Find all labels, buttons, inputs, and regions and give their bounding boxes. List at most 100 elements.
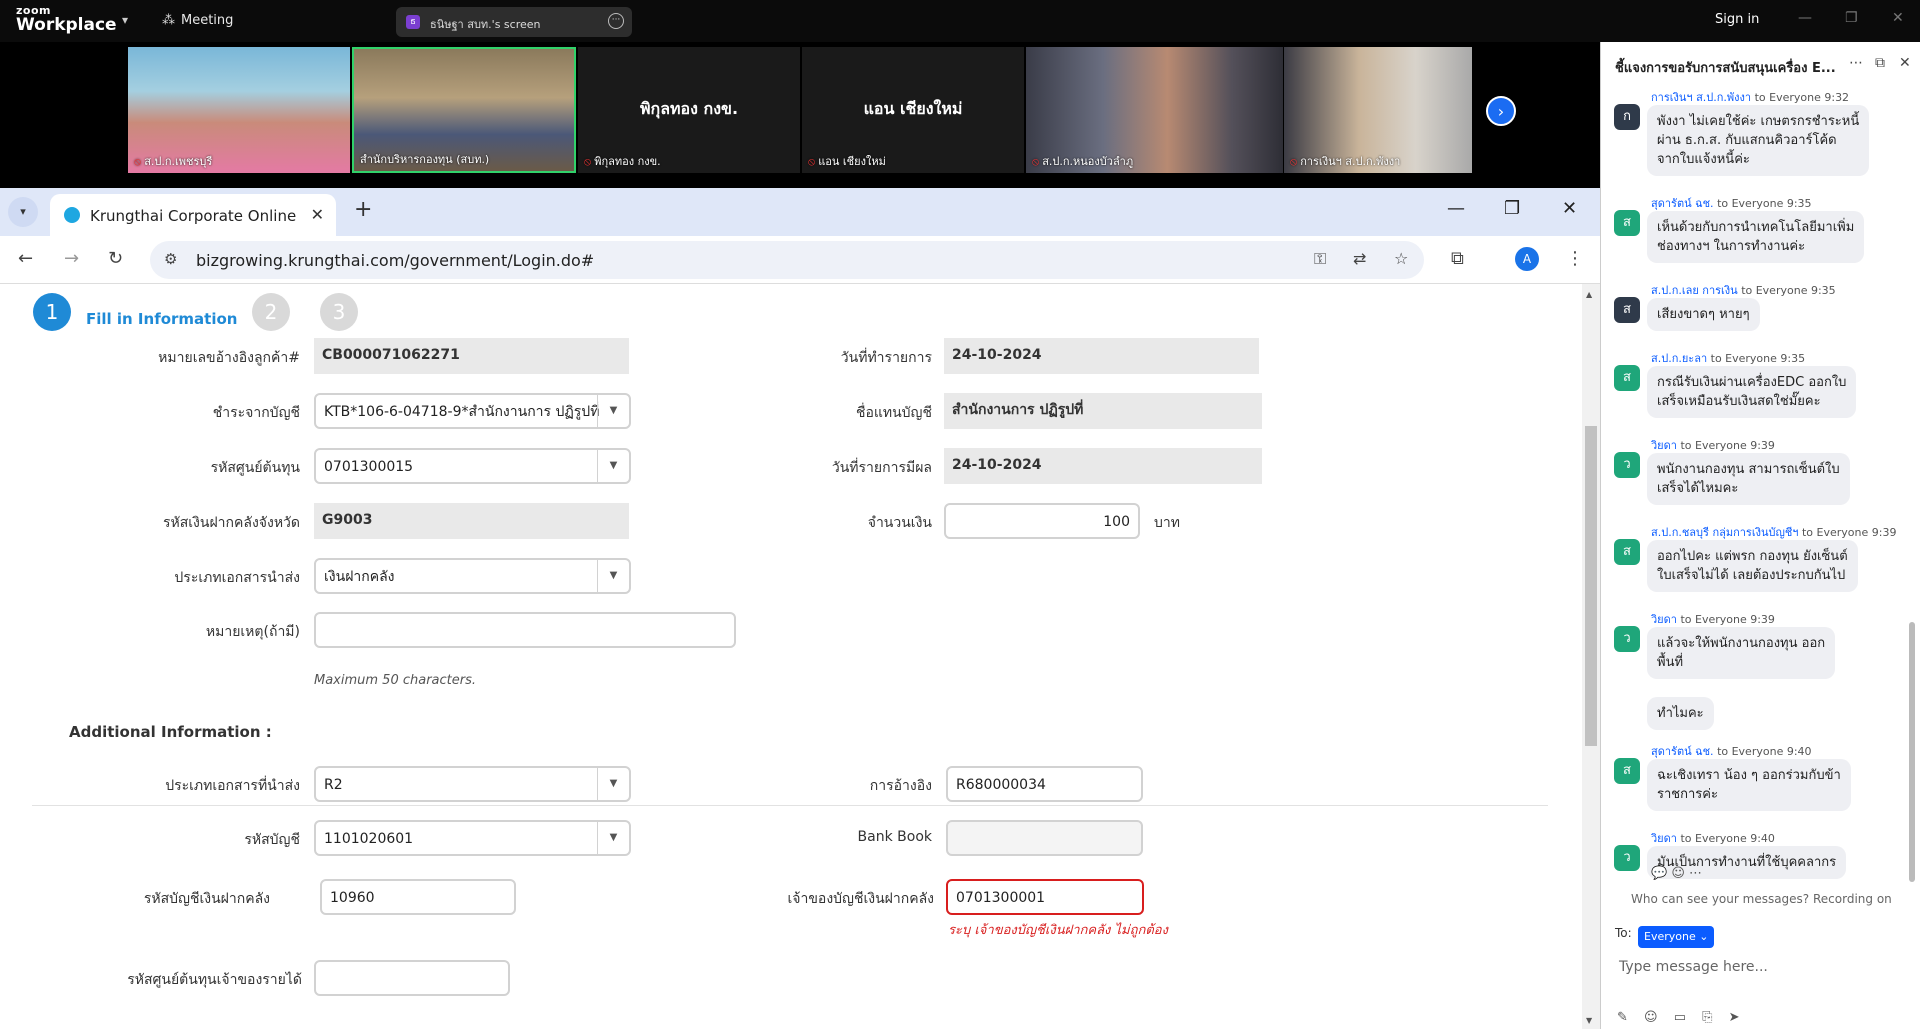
- message-line: เสร็จเหมือนรับเงินสดใช่มั๊ยคะ: [1657, 394, 1821, 409]
- doc-type-select[interactable]: เงินฝากคลัง ▼: [314, 558, 631, 594]
- key-icon[interactable]: ⚿: [1314, 249, 1326, 269]
- to-label: To:: [1615, 926, 1632, 940]
- chat-message-header: สุดารัตน์ ฉช. to Everyone 9:35: [1651, 194, 1812, 212]
- doc-type2-label: ประเภทเอกสารที่นำส่ง: [165, 778, 300, 794]
- url-text: bizgrowing.krungthai.com/government/Logi…: [196, 251, 595, 270]
- more-icon[interactable]: ⋯: [1849, 55, 1863, 71]
- sender-name: วิยดา: [1651, 613, 1681, 626]
- currency-label: บาท: [1154, 515, 1180, 531]
- reference-input[interactable]: R680000034: [946, 766, 1143, 802]
- extensions-icon[interactable]: ⧉: [1451, 248, 1464, 269]
- message-line: พังงา ไม่เคยใช้ค่ะ เกษตรกรชำระหนี้: [1657, 114, 1860, 129]
- more-icon[interactable]: ···: [608, 13, 624, 29]
- message-line: เสร็จได้ไหมคะ: [1657, 481, 1739, 496]
- deposit-code-label: รหัสเงินฝากคลังจังหวัด: [162, 515, 300, 531]
- chat-toolbar[interactable]: ✎ ☺ ▭ ⎘ ➤: [1617, 1010, 1740, 1025]
- browser-window: ▾ Krungthai Corporate Online ✕ + — ❐ ✕ ←…: [0, 188, 1600, 1029]
- dropdown-arrow-icon[interactable]: ▼: [597, 768, 629, 800]
- who-can-see-text[interactable]: Who can see your messages? Recording on: [1631, 892, 1892, 906]
- cost-center-select[interactable]: 0701300015 ▼: [314, 448, 631, 484]
- sender-avatar: ว: [1614, 452, 1640, 478]
- minimize-icon[interactable]: —: [1798, 10, 1812, 26]
- note-input[interactable]: [314, 612, 736, 648]
- page-content: 1 Fill in Information 2 3 หมายเลขอ้างอิง…: [0, 284, 1600, 1029]
- profile-avatar[interactable]: A: [1515, 247, 1539, 271]
- restore-icon[interactable]: ❐: [1504, 198, 1520, 219]
- doc-type2-select[interactable]: R2 ▼: [314, 766, 631, 802]
- chevron-down-icon[interactable]: ▾: [122, 13, 128, 27]
- close-icon[interactable]: ✕: [1899, 55, 1911, 71]
- dropdown-arrow-icon[interactable]: ▼: [597, 560, 629, 592]
- close-icon[interactable]: ✕: [1892, 10, 1904, 26]
- scroll-up-icon[interactable]: ▲: [1586, 290, 1592, 299]
- back-icon[interactable]: ←: [18, 248, 33, 269]
- chat-scrollbar[interactable]: [1909, 622, 1915, 882]
- step-2-indicator: 2: [252, 293, 290, 331]
- meeting-label: Meeting: [181, 13, 234, 28]
- close-tab-icon[interactable]: ✕: [311, 205, 324, 224]
- dropdown-arrow-icon[interactable]: ▼: [597, 395, 629, 427]
- video-tile-active[interactable]: สำนักบริหารกองทุน (สบท.): [352, 47, 576, 173]
- reload-icon[interactable]: ↻: [108, 248, 123, 269]
- forward-icon[interactable]: →: [64, 248, 79, 269]
- account-code-label: รหัสบัญชี: [244, 832, 300, 848]
- site-info-icon[interactable]: ⚙: [164, 250, 177, 268]
- message-bubble: เสียงขาดๆ หายๆ: [1647, 298, 1760, 331]
- next-page-button[interactable]: ›: [1486, 96, 1516, 126]
- message-line: ราชการค่ะ: [1657, 787, 1718, 802]
- sign-in-link[interactable]: Sign in: [1715, 12, 1759, 27]
- owner-error-message: ระบุ เจ้าของบัญชีเงินฝากคลัง ไม่ถูกต้อง: [948, 923, 1168, 938]
- message-line: ฉะเชิงเทรา น้อง ๆ ออกร่วมกับข้า: [1657, 768, 1841, 783]
- deposit-account-input[interactable]: 10960: [320, 879, 516, 915]
- address-bar[interactable]: ⚙ bizgrowing.krungthai.com/government/Lo…: [150, 241, 1424, 279]
- star-icon[interactable]: ☆: [1394, 249, 1408, 268]
- video-tile[interactable]: พิกุลทอง กงข. ⦸ พิกุลทอง กงข.: [578, 47, 800, 173]
- amount-input[interactable]: 100: [944, 503, 1140, 539]
- video-tile[interactable]: ⦸ การเงินฯ ส.ป.ก.พังงา: [1284, 47, 1472, 173]
- owner-input[interactable]: 0701300001: [946, 879, 1144, 915]
- revenue-center-label: รหัสศูนย์ต้นทุนเจ้าของรายได้: [127, 972, 302, 988]
- dropdown-arrow-icon[interactable]: ▼: [597, 822, 629, 854]
- page-scrollbar[interactable]: ▲ ▼: [1582, 284, 1600, 1029]
- new-tab-button[interactable]: +: [354, 197, 372, 222]
- video-tile[interactable]: ⦸ ส.ป.ก.เพชรบุรี: [128, 47, 350, 173]
- account-select[interactable]: KTB*106-6-04718-9*สำนักงานการ ปฏิรูปที่ …: [314, 393, 631, 429]
- popout-icon[interactable]: ⧉: [1875, 55, 1885, 71]
- close-icon[interactable]: ✕: [1562, 198, 1577, 219]
- video-tile[interactable]: แอน เชียงใหม่ ⦸ แอน เชียงใหม่: [802, 47, 1024, 173]
- screen-share-indicator[interactable]: ธ ธนิษฐา สบท.'s screen ···: [396, 7, 632, 37]
- video-tile[interactable]: ⦸ ส.ป.ก.หนองบัวลำภู: [1026, 47, 1283, 173]
- recipient-select[interactable]: Everyone ⌄: [1638, 926, 1715, 948]
- chat-messages[interactable]: การเงินฯ ส.ป.ก.พังงา to Everyone 9:32 ก พั…: [1601, 84, 1907, 924]
- effective-date-label: วันที่รายการมีผล: [831, 460, 932, 476]
- restore-icon[interactable]: ❐: [1845, 10, 1858, 26]
- deposit-code-field: G9003: [314, 503, 629, 539]
- reaction-icons[interactable]: 💬 ☺ ⋯: [1651, 866, 1702, 881]
- meeting-button[interactable]: ⁂ Meeting: [162, 13, 233, 28]
- recipient-and-time: to Everyone 9:32: [1754, 91, 1850, 104]
- message-line: ออกไปคะ แต่พรก กองทุน ยังเซ็นต์: [1657, 549, 1848, 564]
- scroll-down-icon[interactable]: ▼: [1586, 1016, 1592, 1025]
- share-avatar-icon: ธ: [406, 15, 420, 29]
- minimize-icon[interactable]: —: [1447, 198, 1465, 219]
- doc-type-label: ประเภทเอกสารนำส่ง: [174, 570, 300, 586]
- browser-tab[interactable]: Krungthai Corporate Online ✕: [50, 194, 336, 236]
- chat-message-header: วิยดา to Everyone 9:40: [1651, 829, 1775, 847]
- mic-muted-icon: ⦸: [1290, 155, 1298, 168]
- message-bubble: แล้วจะให้พนักงานกองทุน ออก พื้นที่: [1647, 627, 1836, 679]
- bank-book-input[interactable]: [946, 820, 1143, 856]
- message-line: ใบเสร็จไม่ได้ เลยต้องประกบกันไป: [1657, 568, 1846, 583]
- dropdown-arrow-icon[interactable]: ▼: [597, 450, 629, 482]
- scroll-thumb[interactable]: [1585, 426, 1597, 746]
- tab-search-button[interactable]: ▾: [8, 197, 38, 227]
- revenue-center-input[interactable]: [314, 960, 510, 996]
- message-line: แล้วจะให้พนักงานกองทุน ออก: [1657, 636, 1826, 651]
- chat-message-header: ส.ป.ก.ยะลา to Everyone 9:35: [1651, 349, 1805, 367]
- sender-name: วิยดา: [1651, 832, 1681, 845]
- menu-icon[interactable]: ⋮: [1566, 248, 1584, 269]
- message-input[interactable]: Type message here...: [1619, 959, 1768, 975]
- translate-icon[interactable]: ⇄: [1353, 249, 1366, 268]
- participant-name-large: แอน เชียงใหม่: [863, 99, 963, 118]
- recipient-and-time: to Everyone 9:35: [1741, 284, 1836, 297]
- account-code-select[interactable]: 1101020601 ▼: [314, 820, 631, 856]
